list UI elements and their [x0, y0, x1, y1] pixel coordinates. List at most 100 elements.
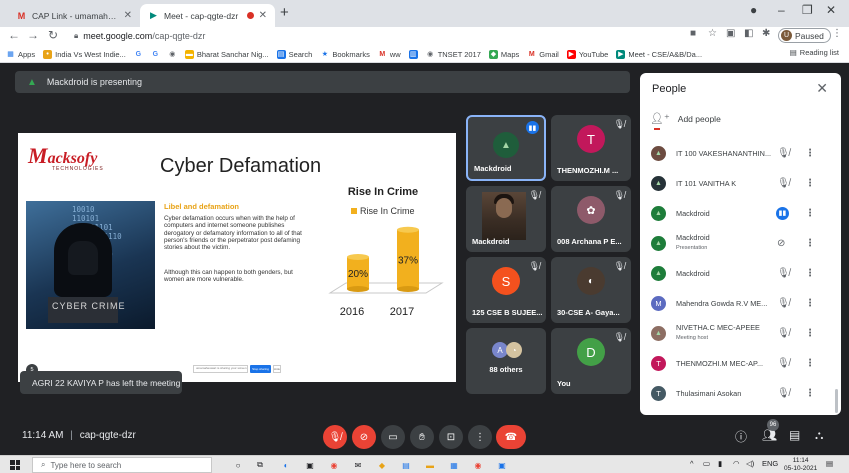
participant-row[interactable]: ▲ Mackdroid 🎙︎̸ ⋮	[640, 260, 841, 286]
participant-tile[interactable]: ▲ ▮▮ Mackdroid	[466, 115, 546, 181]
hide-button[interactable]: Hide	[273, 365, 281, 373]
profile-paused-button[interactable]: U Paused	[778, 28, 831, 43]
close-icon[interactable]: ✕	[816, 80, 828, 97]
extension-icon[interactable]: ▣	[726, 28, 735, 39]
app-icon[interactable]: ◆	[376, 459, 388, 471]
participant-tile[interactable]: ✿ 🎙︎̸ 008 Archana P E...	[551, 186, 631, 252]
more-options-icon[interactable]: ⋮	[805, 238, 815, 249]
task-view-icon[interactable]: ⧉	[254, 459, 266, 471]
taskbar-clock[interactable]: 11:14 05-10-2021	[784, 457, 817, 472]
mic-muted-icon[interactable]: 🎙︎̸	[777, 148, 790, 159]
self-tile[interactable]: D 🎙︎̸ You	[551, 328, 631, 394]
bookmark-item[interactable]: ◉ TNSET 2017	[426, 50, 481, 59]
more-options-icon[interactable]: ⋮	[805, 388, 815, 399]
url-omnibox[interactable]: 🔒︎ meet.google.com/cap-qgte-dzr	[68, 28, 680, 44]
more-options-icon[interactable]: ⋮	[805, 358, 815, 369]
edge-icon[interactable]: ◐	[280, 459, 292, 471]
bookmark-item[interactable]: ◉	[168, 50, 177, 59]
raise-hand-button[interactable]: ✋︎	[410, 425, 434, 449]
extension-icon[interactable]: ◧	[744, 28, 753, 39]
participant-row[interactable]: ▲ IT 101 VANITHA K 🎙︎̸ ⋮	[640, 170, 841, 196]
others-tile[interactable]: A ◔ 88 others	[466, 328, 546, 394]
chat-icon[interactable]: ▤	[789, 428, 800, 442]
participant-tile[interactable]: ◐ 🎙︎̸ 30-CSE A- Gaya...	[551, 257, 631, 323]
leave-call-button[interactable]: ☎	[496, 425, 526, 449]
store-icon[interactable]: ▣	[304, 459, 316, 471]
bookmark-item[interactable]: M Gmail	[527, 50, 559, 59]
meeting-info-icon[interactable]: ⓘ	[735, 428, 747, 445]
mic-muted-icon[interactable]: 🎙︎̸	[777, 298, 790, 309]
participant-row[interactable]: ▲ NIVETHA.C MEC-APEEE Meeting host 🎙︎̸ ⋮	[640, 320, 841, 346]
app-icon[interactable]: ▣	[496, 459, 508, 471]
more-options-icon[interactable]: ⋮	[805, 298, 815, 309]
reading-list-button[interactable]: ▤ Reading list	[789, 48, 839, 57]
stop-sharing-button[interactable]: Stop sharing	[250, 365, 271, 373]
bookmark-apps[interactable]: ▦ Apps	[6, 50, 35, 59]
more-options-icon[interactable]: ⋮	[805, 328, 815, 339]
tab-search-icon[interactable]: ●	[750, 3, 757, 17]
maximize-icon[interactable]: ❐	[802, 3, 813, 17]
chrome-icon[interactable]: ◉	[328, 459, 340, 471]
network-icon[interactable]: ▭	[703, 459, 710, 468]
menu-kebab-icon[interactable]: ⋮	[832, 28, 842, 39]
mic-muted-icon[interactable]: 🎙︎̸	[777, 178, 790, 189]
bookmark-item[interactable]: G	[134, 50, 143, 59]
tab-meet[interactable]: ▶ Meet - cap-qgte-dzr ✕	[140, 4, 275, 27]
participant-row[interactable]: ▲ Mackdroid ▮▮ ⋮	[640, 200, 841, 226]
bookmark-item[interactable]: Mww	[378, 50, 400, 59]
mic-muted-icon[interactable]: 🎙︎̸	[777, 328, 790, 339]
more-options-icon[interactable]: ⋮	[805, 178, 815, 189]
participant-tile[interactable]: S 🎙︎̸ 125 CSE B SUJEE...	[466, 257, 546, 323]
participant-tile[interactable]: 🎙︎̸ Mackdroid	[466, 186, 546, 252]
bookmark-item[interactable]: ▬ Bharat Sanchar Nig...	[184, 49, 269, 59]
chrome-icon[interactable]: ◉	[472, 459, 484, 471]
bookmark-item[interactable]: ★ Bookmarks	[320, 50, 370, 59]
more-options-icon[interactable]: ⋮	[805, 148, 815, 159]
participant-tile[interactable]: T 🎙︎̸ THENMOZHI.M ...	[551, 115, 631, 181]
taskbar-search-input[interactable]: ⌕ Type here to search	[32, 457, 212, 473]
add-people-button[interactable]: 👤︎⁺ Add people	[650, 112, 721, 125]
new-tab-icon[interactable]: +	[280, 4, 289, 21]
more-options-icon[interactable]: ⋮	[805, 268, 815, 279]
bookmark-item[interactable]: ▤ Search	[276, 49, 312, 59]
bookmark-item[interactable]: ▥	[408, 49, 418, 59]
captions-button[interactable]: ▭	[381, 425, 405, 449]
close-window-icon[interactable]: ✕	[826, 3, 836, 17]
participant-row[interactable]: T THENMOZHI.M MEC-AP... 🎙︎̸ ⋮	[640, 350, 841, 376]
camera-indicator-icon[interactable]: ■	[690, 28, 696, 39]
bookmark-item[interactable]: G	[151, 50, 160, 59]
mic-muted-icon[interactable]: 🎙︎̸	[777, 268, 790, 279]
bookmark-item[interactable]: ▶ YouTube	[566, 49, 608, 59]
participant-row[interactable]: M Mahendra Gowda R.V ME... 🎙︎̸ ⋮	[640, 290, 841, 316]
participant-row[interactable]: ▲ IT 100 VAKESHANANTHIN... 🎙︎̸ ⋮	[640, 140, 841, 166]
mic-toggle-button[interactable]: 🎙︎̸	[323, 425, 347, 449]
reload-icon[interactable]: ↻	[48, 28, 58, 42]
mic-muted-icon[interactable]: ⊘	[777, 238, 785, 249]
more-options-button[interactable]: ⋮	[468, 425, 492, 449]
language-indicator[interactable]: ENG	[762, 459, 778, 468]
tray-chevron-icon[interactable]: ^	[690, 459, 694, 468]
close-tab-icon[interactable]: ✕	[124, 10, 132, 21]
bookmark-item[interactable]: ▶ Meet - CSE/A&B/Da...	[616, 49, 702, 59]
battery-icon[interactable]: ▮	[718, 459, 722, 468]
close-tab-icon[interactable]: ✕	[259, 10, 267, 21]
wifi-icon[interactable]: ◠	[733, 459, 740, 468]
notifications-icon[interactable]: ▤	[826, 459, 833, 468]
more-options-icon[interactable]: ⋮	[805, 208, 815, 219]
extensions-puzzle-icon[interactable]: ✱	[762, 28, 770, 39]
participant-row[interactable]: T Thulasimani Asokan 🎙︎̸ ⋮	[640, 380, 841, 406]
mic-muted-icon[interactable]: 🎙︎̸	[777, 388, 790, 399]
mail-icon[interactable]: ✉	[352, 459, 364, 471]
windows-start-icon[interactable]	[10, 460, 20, 470]
activities-icon[interactable]: ⛬	[815, 428, 823, 443]
participant-row[interactable]: ▲ Mackdroid Presentation ⊘ ⋮	[640, 230, 841, 256]
app-icon[interactable]: ▦	[448, 459, 460, 471]
explorer-icon[interactable]: ▬	[424, 459, 436, 471]
present-button[interactable]: ⊡	[439, 425, 463, 449]
bookmark-item[interactable]: • India Vs West Indie...	[43, 49, 126, 59]
word-icon[interactable]: ▤	[400, 459, 412, 471]
cortana-icon[interactable]: ○	[232, 459, 244, 471]
panel-scrollbar[interactable]	[835, 389, 838, 413]
back-icon[interactable]: ←	[8, 28, 20, 42]
bookmark-item[interactable]: ◆ Maps	[488, 49, 519, 59]
